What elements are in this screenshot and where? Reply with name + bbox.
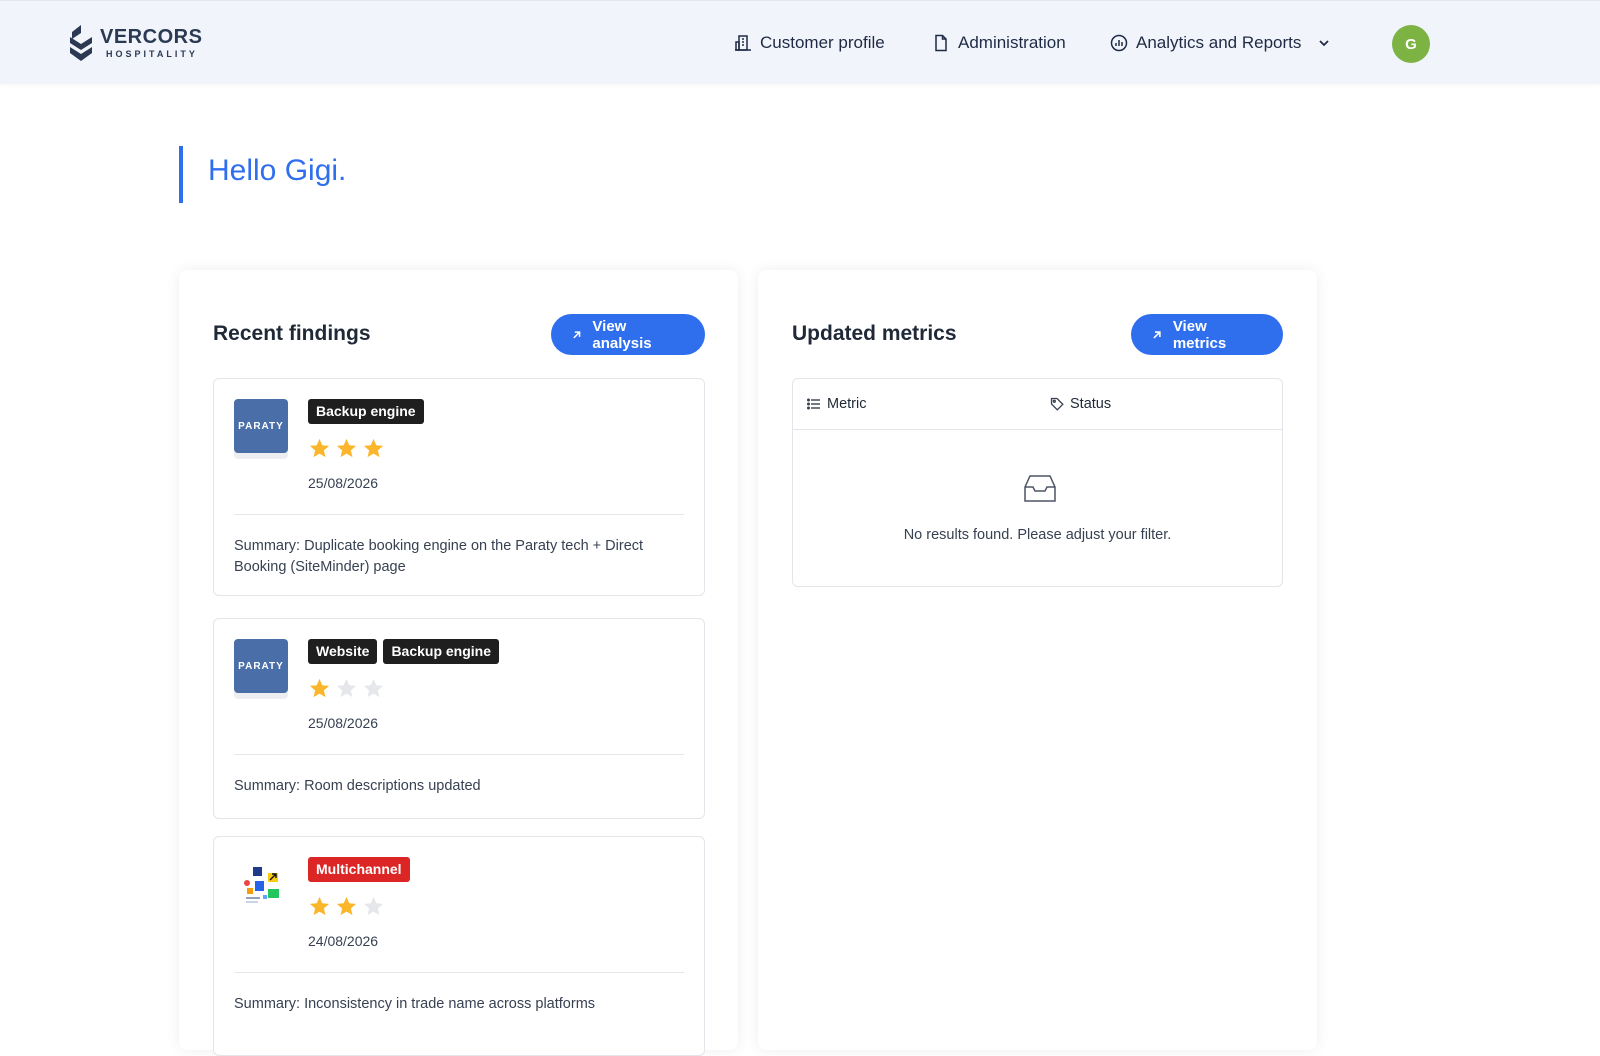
arrow-up-right-icon — [1153, 330, 1161, 339]
building-icon — [735, 35, 751, 51]
star-filled-icon — [309, 896, 330, 916]
finding-card[interactable]: PARATY Backup engine 25/08/2026 Summary:… — [213, 378, 705, 596]
paraty-logo-icon: PARATY — [234, 639, 288, 693]
tag-badge: Backup engine — [383, 639, 500, 664]
logo-chevron-icon — [70, 25, 92, 61]
multichannel-logo-icon — [234, 857, 288, 911]
metrics-table-header: Metric Status — [793, 379, 1282, 430]
view-analysis-button[interactable]: View analysis — [551, 314, 705, 355]
rating-stars — [308, 677, 385, 700]
user-avatar[interactable]: G — [1392, 25, 1430, 63]
column-header-metric[interactable]: Metric — [807, 396, 866, 412]
rating-stars — [308, 895, 385, 918]
finding-date: 24/08/2026 — [308, 933, 379, 949]
greeting-accent-bar — [179, 146, 183, 203]
star-empty-icon — [363, 678, 384, 698]
chart-circle-icon — [1110, 34, 1128, 52]
card-divider — [234, 514, 684, 515]
star-empty-icon — [363, 896, 384, 916]
empty-state-message: No results found. Please adjust your fil… — [903, 527, 1172, 543]
star-filled-icon — [336, 438, 357, 458]
star-filled-icon — [363, 438, 384, 458]
star-filled-icon — [309, 678, 330, 698]
nav-administration[interactable]: Administration — [932, 1, 1066, 85]
rating-stars — [308, 437, 385, 460]
recent-findings-title: Recent findings — [213, 322, 371, 345]
chevron-down-icon — [1319, 40, 1330, 47]
recent-findings-panel: Recent findings View analysis PARATY Bac… — [179, 270, 738, 1056]
metrics-table: Metric Status No results found. Please a… — [792, 378, 1283, 587]
card-divider — [234, 972, 684, 973]
column-header-status-label: Status — [1070, 396, 1112, 412]
column-header-metric-label: Metric — [827, 396, 867, 412]
paraty-logo-text: PARATY — [238, 420, 284, 432]
finding-summary: Summary: Duplicate booking engine on the… — [234, 538, 644, 575]
view-metrics-button[interactable]: View metrics — [1131, 314, 1283, 355]
finding-summary: Summary: Room descriptions updated — [234, 778, 481, 794]
document-icon — [935, 34, 947, 52]
tag-badge: Multichannel — [308, 857, 410, 882]
finding-date: 25/08/2026 — [308, 715, 379, 731]
vercors-logo[interactable]: VERCORS HOSPITALITY — [68, 23, 208, 63]
finding-date: 25/08/2026 — [308, 475, 379, 491]
tag-icon — [1050, 397, 1064, 411]
logo-title: VERCORS — [100, 26, 203, 48]
tag-badge: Backup engine — [308, 399, 424, 424]
star-filled-icon — [336, 896, 357, 916]
top-navbar: VERCORS HOSPITALITY Customer profile Adm… — [0, 0, 1600, 84]
updated-metrics-title: Updated metrics — [792, 322, 957, 345]
empty-inbox-icon — [1024, 475, 1056, 502]
star-empty-icon — [336, 678, 357, 698]
nav-customer-profile-label: Customer profile — [760, 33, 885, 52]
nav-analytics-reports[interactable]: Analytics and Reports — [1110, 1, 1331, 85]
paraty-logo-icon: PARATY — [234, 399, 288, 453]
arrow-up-right-icon — [573, 330, 581, 338]
nav-analytics-label: Analytics and Reports — [1136, 33, 1302, 52]
tag-badge: Website — [308, 639, 378, 664]
greeting-heading: Hello Gigi. — [208, 154, 347, 187]
updated-metrics-panel: Updated metrics View metrics Metric Stat… — [758, 270, 1317, 1050]
logo-subtitle: HOSPITALITY — [106, 49, 198, 59]
finding-card[interactable]: Multichannel 24/08/2026 Summary: Inconsi… — [213, 836, 705, 1056]
card-divider — [234, 754, 684, 755]
view-analysis-label: View analysis — [592, 317, 652, 352]
nav-customer-profile[interactable]: Customer profile — [734, 1, 885, 85]
paraty-logo-text: PARATY — [238, 660, 284, 672]
column-header-status[interactable]: Status — [1050, 396, 1111, 412]
nav-administration-label: Administration — [958, 33, 1066, 52]
view-metrics-label: View metrics — [1172, 317, 1227, 352]
finding-card[interactable]: PARATY Website Backup engine 25/08/2026 … — [213, 618, 705, 819]
finding-summary: Summary: Inconsistency in trade name acr… — [234, 996, 596, 1012]
list-icon — [807, 398, 820, 410]
star-filled-icon — [309, 438, 330, 458]
